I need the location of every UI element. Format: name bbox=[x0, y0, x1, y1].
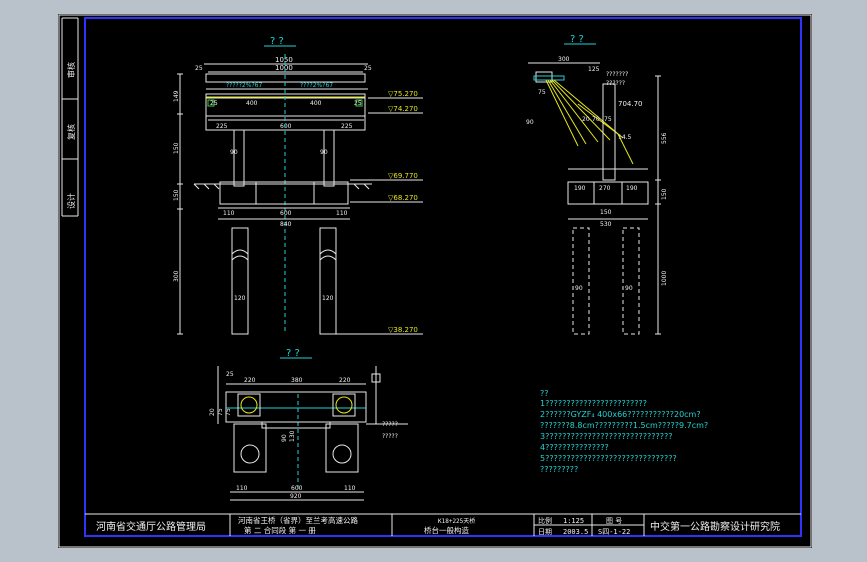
plan-bot-dim-920: 920 bbox=[290, 493, 302, 500]
note-line-4: 3?????????????????????????????? bbox=[540, 432, 672, 441]
elev-tie-dim-600: 600 bbox=[280, 210, 292, 217]
elev-mid-dim-600: 600 bbox=[280, 123, 292, 130]
note-line-3: ???????8.8cm?????????1.5cm?????9.7cm? bbox=[540, 421, 708, 430]
plan-title: ? ? bbox=[286, 348, 300, 359]
side-dim-125: 125 bbox=[588, 66, 600, 73]
side-dim-530: 530 bbox=[600, 221, 612, 228]
side-col-label-c: 75 bbox=[604, 116, 612, 123]
title-scale-label: 比例 bbox=[538, 516, 552, 525]
plan-dim-380: 380 bbox=[291, 377, 303, 384]
title-drawing-line1: K18+225天桥 bbox=[438, 517, 475, 525]
title-drawing-line2: 桥台一般构造 bbox=[424, 525, 469, 535]
design-notes: ?? 1???????????????????????? 2??????GYZF… bbox=[540, 389, 708, 474]
elev-dim-1050: 1050 bbox=[275, 56, 293, 64]
elev-cap-dim-400a: 400 bbox=[246, 100, 258, 107]
side-tie-dim-190a: 190 bbox=[574, 185, 586, 192]
side-right-dim-1000: 1000 bbox=[661, 271, 668, 286]
side-right-dim-150: 150 bbox=[661, 188, 668, 200]
sign-label-review: 审核 bbox=[66, 62, 76, 78]
title-sheet-value: S四-1-22 bbox=[598, 528, 630, 536]
elev-mark-38270: ▽38.270 bbox=[388, 326, 418, 334]
side-dim-150: 150 bbox=[600, 209, 612, 216]
elev-left-dim-149: 149 bbox=[173, 90, 180, 102]
side-view: ? ? 300 125 75 ??????? ?????? 704.70 20 … bbox=[526, 34, 668, 335]
drawing-sheet: 审核 复核 设计 ? ? 1050 1000 25 25 ?????2%?67 … bbox=[58, 14, 812, 548]
elevation-view: ? ? 1050 1000 25 25 ?????2%?67 ????2%?67… bbox=[173, 36, 423, 335]
title-project-line1: 河南省王桥（省界）至兰考高速公路 bbox=[238, 515, 358, 525]
side-col-label-a: 20 bbox=[582, 116, 590, 123]
elev-col-dim-b: 90 bbox=[320, 149, 328, 156]
sign-label-check: 复核 bbox=[66, 124, 76, 140]
elev-slope-note-right: ????2%?67 bbox=[300, 82, 333, 89]
side-tie-dim-270: 270 bbox=[599, 185, 611, 192]
elev-dim-1000: 1000 bbox=[275, 64, 293, 72]
note-line-1: 1???????????????????????? bbox=[540, 399, 647, 408]
elev-mark-74270: ▽74.270 bbox=[388, 105, 418, 113]
plan-dim-220a: 220 bbox=[244, 377, 256, 384]
side-title: ? ? bbox=[570, 34, 584, 45]
plan-view: ? ? 220 380 220 25 90 130 20 75 75 ?????… bbox=[209, 348, 408, 501]
side-dim-75: 75 bbox=[538, 89, 546, 96]
plan-note-b: ????? bbox=[382, 433, 398, 440]
elev-mark-68270: ▽68.270 bbox=[388, 194, 418, 202]
elev-mark-69770: ▽69.770 bbox=[388, 172, 418, 180]
side-note-a: ??????? bbox=[606, 71, 628, 78]
elev-slope-note-left: ?????2%?67 bbox=[226, 82, 262, 89]
outer-border bbox=[58, 14, 812, 548]
sign-label-design: 设计 bbox=[66, 193, 76, 209]
elev-tie-dim-840: 840 bbox=[280, 221, 292, 228]
elev-mid-dim-225b: 225 bbox=[341, 123, 353, 130]
cad-drawing: 审核 复核 设计 ? ? 1050 1000 25 25 ?????2%?67 … bbox=[58, 14, 812, 548]
elev-left-dim-300: 300 bbox=[173, 270, 180, 282]
elev-dim-25b: 25 bbox=[364, 65, 372, 72]
side-note-elev: 704.70 bbox=[618, 100, 643, 108]
plan-bot-dim-600: 600 bbox=[291, 485, 303, 492]
notes-header: ?? bbox=[540, 389, 549, 398]
plan-left-dim-20: 20 bbox=[209, 408, 216, 416]
note-line-2: 2??????GYZF₄ 400x66???????????20cm? bbox=[540, 410, 701, 419]
elev-mid-dim-225a: 225 bbox=[216, 123, 228, 130]
plan-bot-dim-110a: 110 bbox=[236, 485, 248, 492]
elev-dim-25a: 25 bbox=[195, 65, 203, 72]
title-scale-value: 1:125 bbox=[563, 517, 584, 525]
plan-dim-130: 130 bbox=[289, 430, 296, 442]
side-dim-145: 14.5 bbox=[618, 134, 632, 141]
side-col-label-b: 70 bbox=[592, 116, 600, 123]
note-line-6: 5??????????????????????????????? bbox=[540, 454, 677, 463]
elev-left-dim-150b: 150 bbox=[173, 189, 180, 201]
elev-cap-dim-400b: 400 bbox=[310, 100, 322, 107]
side-dim-300: 300 bbox=[558, 56, 570, 63]
elev-pile-dim-a: 120 bbox=[234, 295, 246, 302]
elev-left-dim-150a: 150 bbox=[173, 142, 180, 154]
note-line-7: ????????? bbox=[540, 465, 578, 474]
elevation-title: ? ? bbox=[270, 36, 284, 47]
plan-left-dim-75b: 75 bbox=[225, 408, 232, 416]
elev-pile-dim-b: 120 bbox=[322, 295, 334, 302]
inner-border bbox=[84, 17, 802, 537]
note-line-5: 4??????????????? bbox=[540, 443, 609, 452]
side-pile-dim-a: 90 bbox=[575, 285, 583, 292]
plan-dim-90: 90 bbox=[281, 434, 288, 442]
title-date-value: 2003.5 bbox=[563, 528, 588, 536]
title-block: 河南省交通厅公路管理局 河南省王桥（省界）至兰考高速公路 第 二 合同段 第 一… bbox=[85, 513, 801, 536]
title-owner: 河南省交通厅公路管理局 bbox=[96, 520, 206, 533]
side-left-dim-90: 90 bbox=[526, 119, 534, 126]
plan-dim-25: 25 bbox=[226, 371, 234, 378]
plan-dim-220b: 220 bbox=[339, 377, 351, 384]
side-right-dim-556: 556 bbox=[661, 132, 668, 144]
sign-strip: 审核 复核 设计 bbox=[61, 17, 79, 217]
elev-col-dim-a: 90 bbox=[230, 149, 238, 156]
side-pile-dim-b: 90 bbox=[625, 285, 633, 292]
elev-tie-dim-110a: 110 bbox=[223, 210, 235, 217]
side-tie-dim-190b: 190 bbox=[626, 185, 638, 192]
title-institute: 中交第一公路勘察设计研究院 bbox=[650, 520, 780, 533]
title-date-label: 日期 bbox=[538, 528, 552, 536]
plan-bot-dim-110b: 110 bbox=[344, 485, 356, 492]
title-project-line2: 第 二 合同段 第 一 册 bbox=[244, 525, 316, 535]
elev-tie-dim-110b: 110 bbox=[336, 210, 348, 217]
elev-mark-75270: ▽75.270 bbox=[388, 90, 418, 98]
title-sheet-label: 图 号 bbox=[606, 517, 622, 525]
